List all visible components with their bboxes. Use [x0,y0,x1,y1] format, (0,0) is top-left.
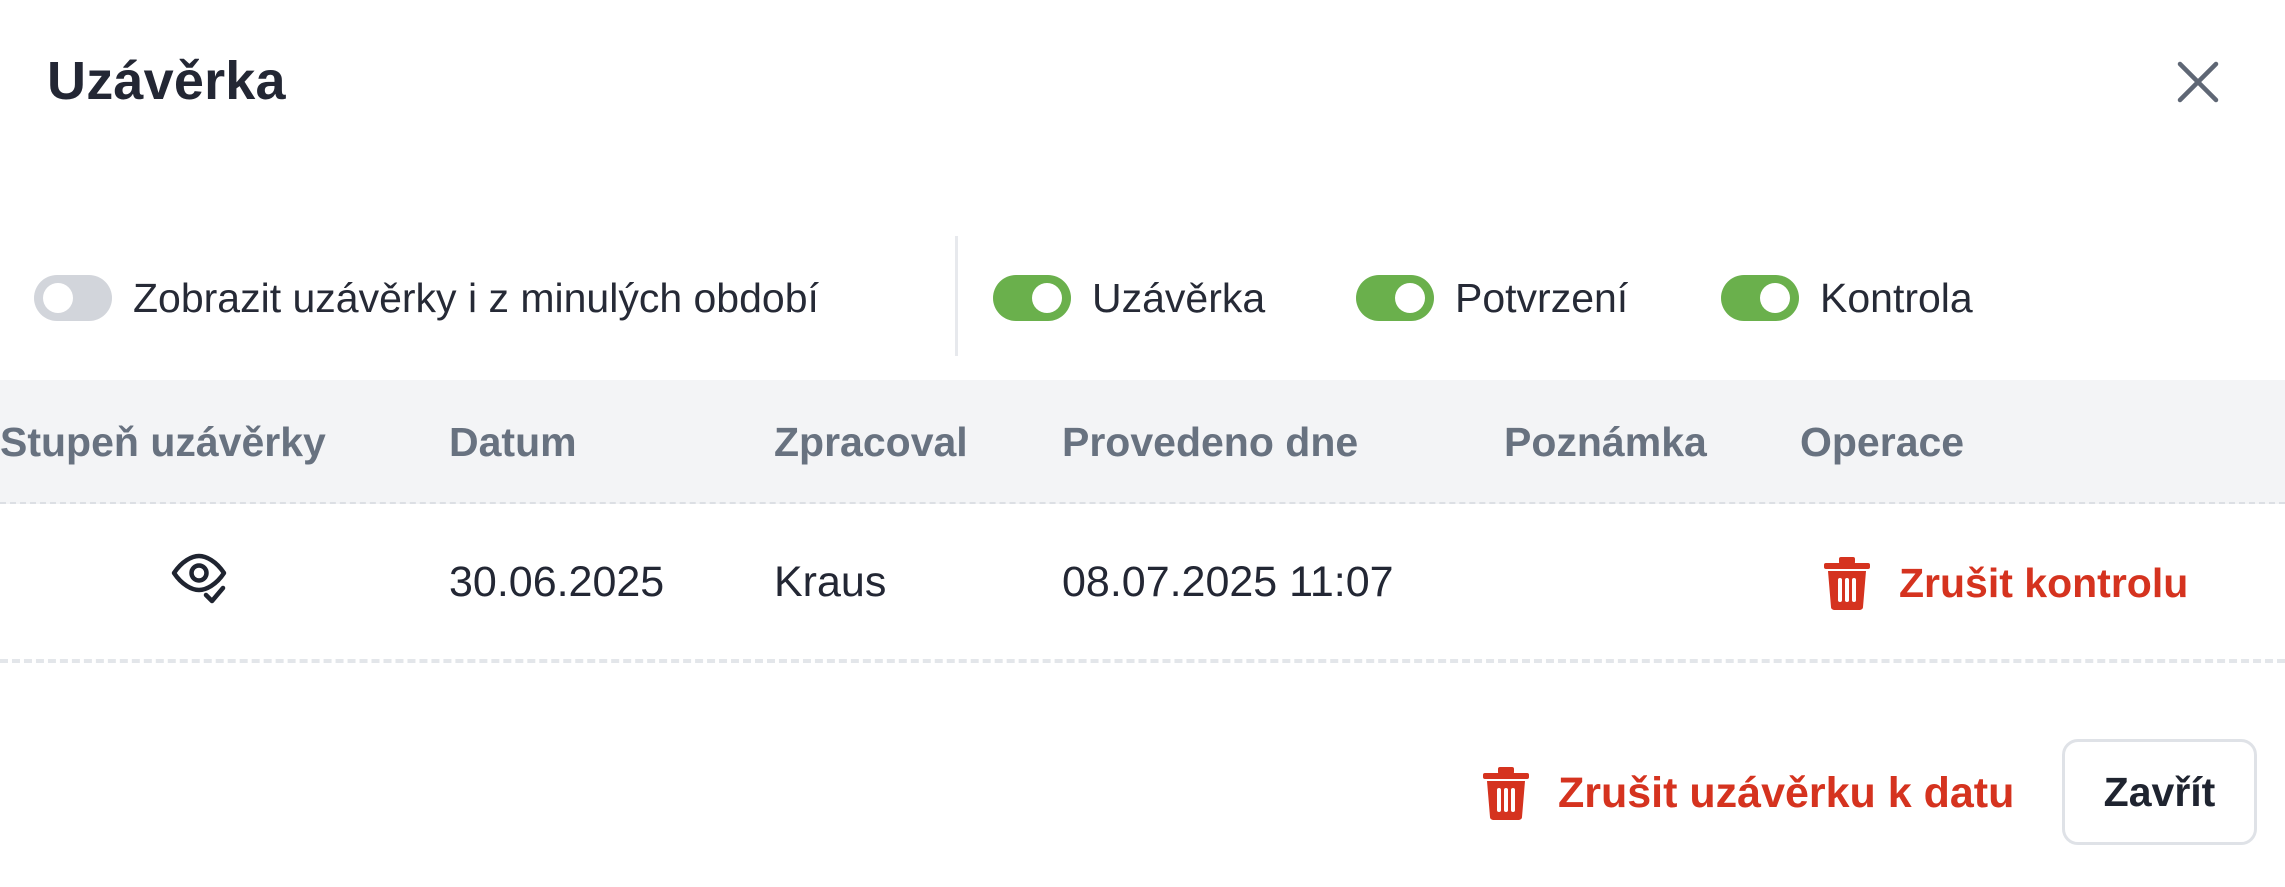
past-periods-toggle[interactable]: Zobrazit uzávěrky i z minulých období [34,272,819,324]
close-icon [2177,61,2219,103]
filter-bar: Zobrazit uzávěrky i z minulých období Uz… [0,236,2285,360]
past-periods-label: Zobrazit uzávěrky i z minulých období [133,274,819,321]
trash-icon [1483,767,1529,820]
toggle-switch[interactable] [1356,275,1434,321]
column-header-processed-by: Zpracoval [774,419,968,465]
uzaverka-label: Uzávěrka [1092,274,1266,321]
potvrzeni-label: Potvrzení [1455,274,1629,321]
eye-check-icon[interactable] [170,551,228,609]
toggle-switch[interactable] [993,275,1071,321]
cancel-check-button[interactable]: Zrušit kontrolu [1823,555,2188,611]
close-dialog-x-button[interactable] [2168,52,2228,112]
closing-dialog: Uzávěrka Zobrazit uzávěrky i z minulých … [0,0,2285,887]
uzaverka-toggle[interactable]: Uzávěrka [993,272,1265,324]
toggle-switch[interactable] [1721,275,1799,321]
kontrola-label: Kontrola [1820,274,1973,321]
kontrola-toggle[interactable]: Kontrola [1721,272,1973,324]
column-header-date: Datum [449,419,577,465]
cancel-check-label: Zrušit kontrolu [1899,559,2189,606]
table-header: Stupeň uzávěrky Datum Zpracoval Proveden… [0,380,2285,504]
cell-processed-by: Kraus [774,558,887,606]
column-header-level: Stupeň uzávěrky [0,419,326,465]
table-row: 30.06.2025 Kraus 08.07.2025 11:07 Zrušit… [0,505,2285,663]
filter-divider [955,236,958,356]
column-header-performed-on: Provedeno dne [1062,419,1359,465]
trash-icon [1824,557,1870,610]
column-header-note: Poznámka [1504,419,1707,465]
cancel-closing-label: Zrušit uzávěrku k datu [1558,768,2015,817]
column-header-operation: Operace [1800,419,1965,465]
cell-performed-on: 08.07.2025 11:07 [1062,558,1394,606]
dialog-title: Uzávěrka [47,51,286,111]
cell-date: 30.06.2025 [449,558,665,606]
cancel-closing-to-date-button[interactable]: Zrušit uzávěrku k datu [1482,765,2014,821]
potvrzeni-toggle[interactable]: Potvrzení [1356,272,1628,324]
toggle-switch[interactable] [34,275,112,321]
close-button[interactable]: Zavřít [2062,739,2257,845]
